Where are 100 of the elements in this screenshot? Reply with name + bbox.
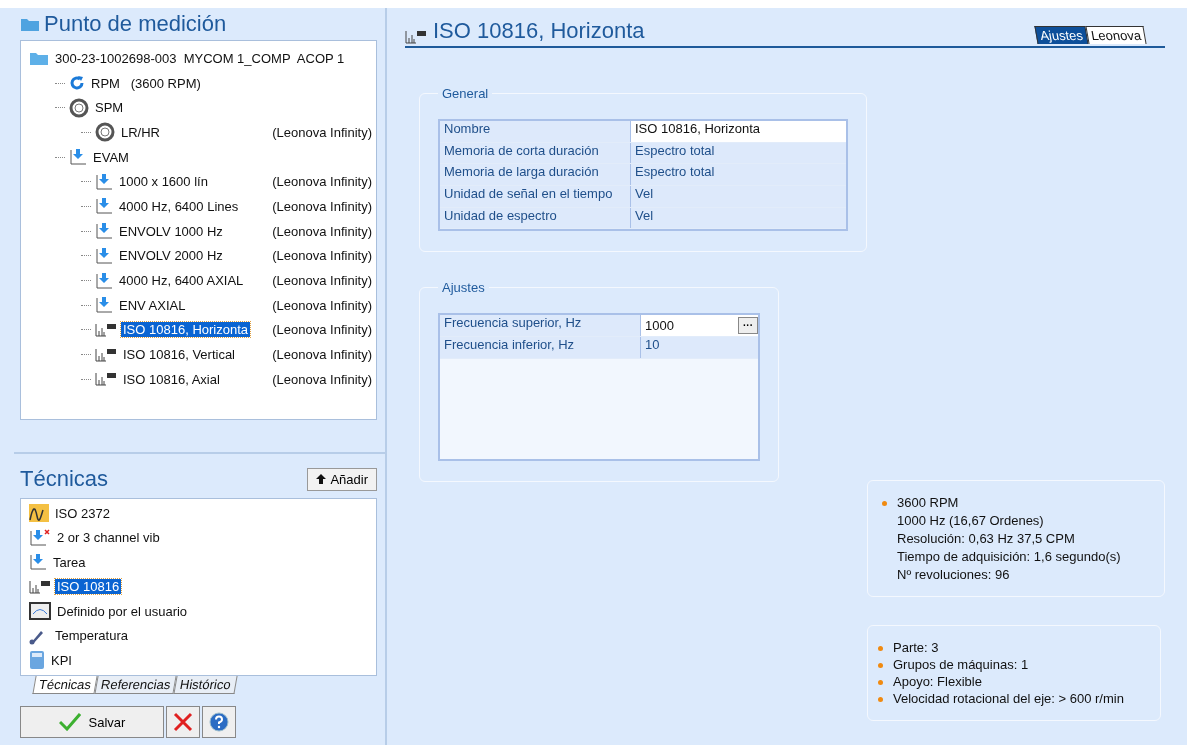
technique-item[interactable]: ISO 2372 [53,505,112,521]
gauge-icon [29,602,51,621]
iso-chart-icon [29,579,51,594]
tab[interactable]: Ajustes [1034,26,1089,44]
tree-item-note: (Leonova Infinity) [272,248,372,264]
tree-item[interactable]: ENVOLV 2000 Hz [117,248,225,264]
tree-item[interactable]: LR/HR [119,124,162,140]
info-text: 1000 Hz (16,67 Ordenes) [897,513,1045,528]
folder-icon [20,16,40,32]
group-title: Ajustes [441,280,486,296]
property-value: Vel [631,186,846,207]
tree-item-note: (Leonova Infinity) [272,273,372,289]
folder-icon [29,50,49,67]
chart-download-icon [95,172,113,191]
iso-chart-icon [95,322,117,337]
property-value: Vel [631,207,846,229]
panel-title: Punto de medición [44,11,227,37]
tree-item[interactable]: ISO 10816, Horizonta [121,322,251,338]
bullet-icon [878,646,883,651]
chart-download-icon [29,553,47,572]
technique-item[interactable]: 2 or 3 channel vib [55,530,162,546]
section-title: Técnicas [20,466,109,492]
tree-item-note: (Leonova Infinity) [272,371,372,387]
technique-item[interactable]: Tarea [51,554,88,570]
bullet-icon [878,697,883,702]
info-text: Apoyo: Flexible [893,674,982,689]
property-value: 10 [641,337,758,358]
calculator-icon [29,650,45,671]
tree-item[interactable]: RPM (3600 RPM) [89,75,203,91]
detail-title: ISO 10816, Horizonta [433,18,645,44]
help-button[interactable] [202,706,236,738]
property-name: Unidad de señal en el tiempo [440,186,631,207]
tree-item-note: (Leonova Infinity) [272,198,372,214]
property-value-field[interactable]: 1000 ··· [641,315,758,337]
technique-item[interactable]: KPI [49,652,74,668]
property-value: Espectro total [631,142,846,164]
info-text: Nº revoluciones: 96 [897,567,1011,582]
bearing-icon [95,122,115,143]
info-text: Resolución: 0,63 Hz 37,5 CPM [897,531,1076,546]
tab[interactable]: Leonova [1085,26,1147,44]
property-name: Memoria de larga duración [440,164,631,186]
chart-download-icon [95,197,113,216]
tab[interactable]: Técnicas [32,676,98,694]
checkmark-icon [58,713,81,731]
info-text: Velocidad rotacional del eje: > 600 r/min [893,691,1124,706]
tree-item-note: (Leonova Infinity) [272,174,372,190]
tree-item[interactable]: ENVOLV 1000 Hz [117,223,225,239]
info-text: Grupos de máquinas: 1 [893,657,1029,672]
tree-item[interactable]: EVAM [91,149,131,165]
property-name: Frecuencia inferior, Hz [440,337,641,358]
iso-chart-icon [95,372,117,387]
property-value-field[interactable]: ISO 10816, Horizonta [631,121,846,142]
chart-download-icon [95,222,113,241]
tree-item[interactable]: ISO 10816, Vertical [121,347,237,363]
bullet-icon [882,501,887,506]
info-text: 3600 RPM [897,495,960,510]
up-arrow-icon [316,474,327,484]
tree-item[interactable]: 1000 x 1600 lín [117,174,210,190]
tree-item-note: (Leonova Infinity) [272,322,372,338]
tree-item-note: (Leonova Infinity) [272,297,372,313]
tree-item[interactable]: 300-23-1002698-003 MYCOM 1_COMP ACOP 1 [53,50,347,66]
tree-item-note: (Leonova Infinity) [272,223,372,239]
add-button[interactable]: Añadir [307,467,377,491]
chart-download-icon [95,271,113,290]
technique-item[interactable]: ISO 10816 [55,579,122,595]
chart-download-icon [69,148,87,167]
chart-download-icon [95,246,113,265]
refresh-icon [69,75,85,92]
close-icon [173,712,193,732]
tree-item[interactable]: ENV AXIAL [117,297,188,313]
group-title: General [441,86,490,101]
tab[interactable]: Histórico [173,676,238,694]
technique-item[interactable]: Definido por el usuario [55,603,190,619]
tab[interactable]: Referencias [94,676,177,694]
tree-item-note: (Leonova Infinity) [272,347,372,363]
property-name: Nombre [440,121,631,142]
tree-item[interactable]: SPM [93,100,126,116]
wave-icon [29,504,49,523]
help-icon [209,712,229,732]
info-text: Parte: 3 [893,640,939,655]
bullet-icon [878,680,883,685]
property-name: Memoria de corta duración [440,142,631,164]
cancel-button[interactable] [166,706,200,738]
info-text: Tiempo de adquisición: 1,6 segundo(s) [897,549,1121,564]
chart-download-icon [95,296,113,315]
property-value: Espectro total [631,164,846,186]
technique-item[interactable]: Temperatura [53,628,130,644]
field-value: 1000 [645,318,674,334]
tree-item[interactable]: 4000 Hz, 6400 AXIAL [117,273,246,289]
browse-button[interactable]: ··· [738,317,758,335]
bearing-icon [69,97,89,118]
tree-item[interactable]: ISO 10816, Axial [121,371,222,387]
property-name: Frecuencia superior, Hz [440,315,641,337]
property-name: Unidad de espectro [440,207,631,229]
iso-chart-icon [405,30,427,44]
tree-item-note: (Leonova Infinity) [272,124,372,140]
bullet-icon [878,663,883,668]
save-button[interactable]: Salvar [20,706,164,738]
tree-item[interactable]: 4000 Hz, 6400 Lines [117,198,241,214]
iso-chart-icon [95,347,117,362]
